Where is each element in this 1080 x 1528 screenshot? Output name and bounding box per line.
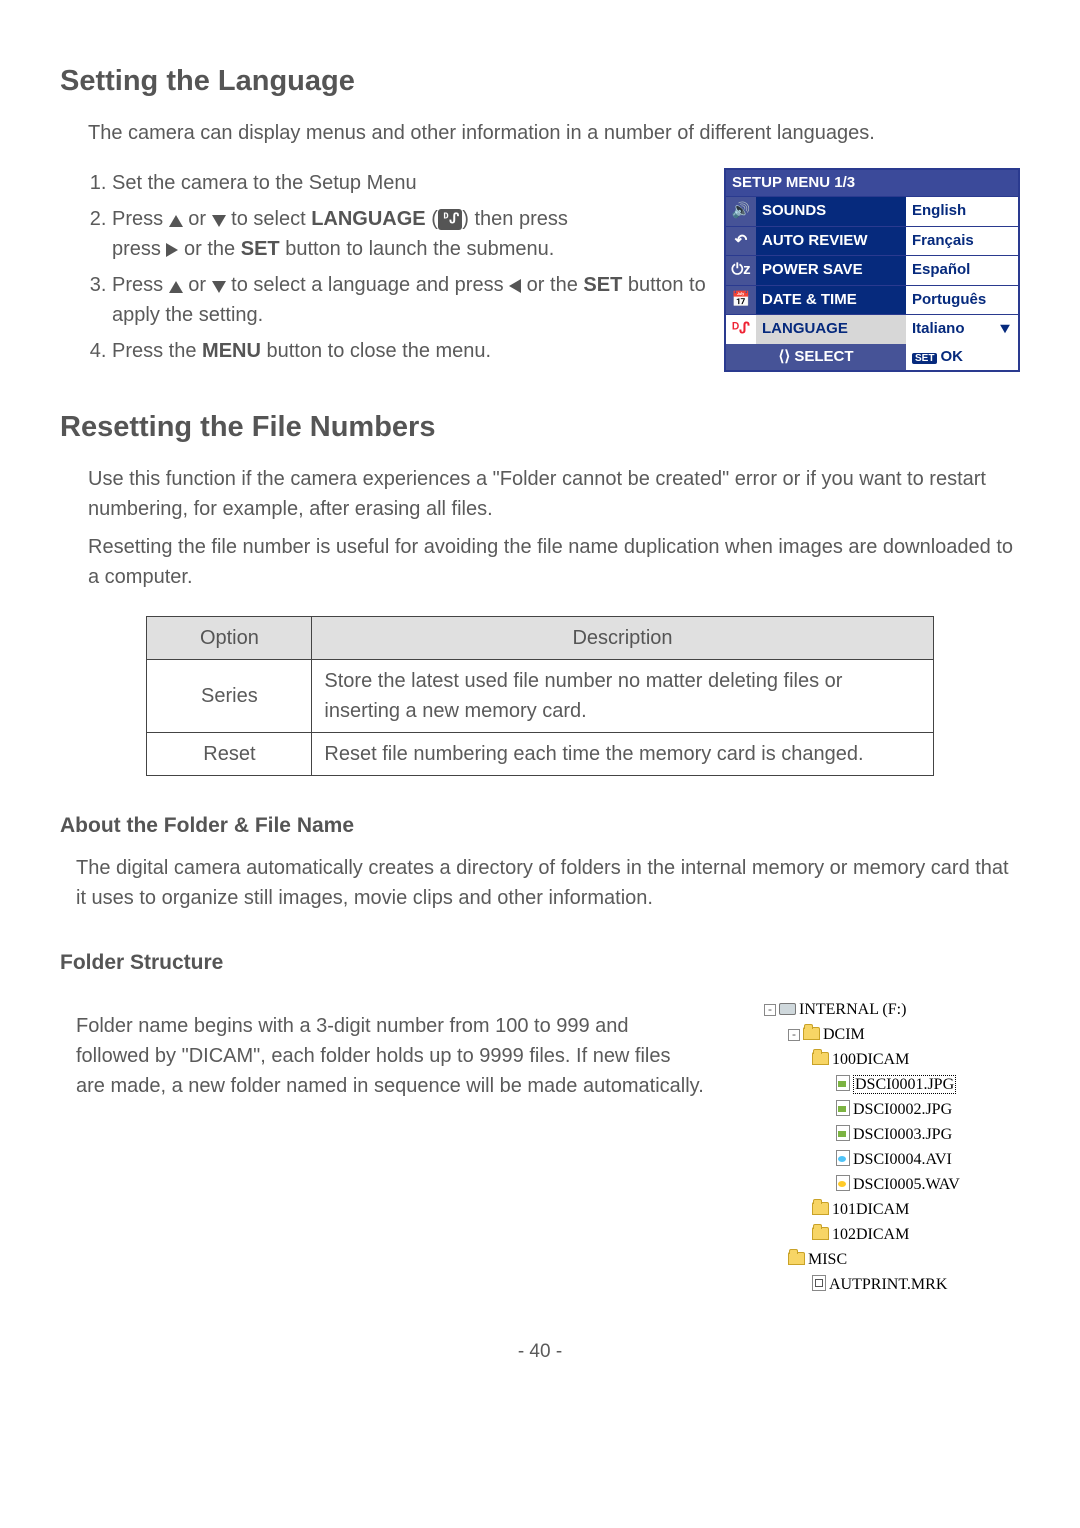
folder-icon (812, 1202, 829, 1215)
avi-file-icon (836, 1150, 850, 1166)
jpg-file-icon (836, 1075, 850, 1091)
right-arrow-icon (166, 243, 178, 257)
reset-p2: Resetting the file number is useful for … (88, 532, 1020, 592)
folder-icon (803, 1027, 820, 1040)
intro-text: The camera can display menus and other i… (88, 118, 1020, 148)
reset-p1: Use this function if the camera experien… (88, 464, 1020, 524)
table-row: Series Store the latest used file number… (147, 659, 933, 732)
folder-icon (812, 1227, 829, 1240)
collapse-icon: - (788, 1029, 800, 1041)
heading-setting-language: Setting the Language (60, 60, 1020, 104)
steps-list: Set the camera to the Setup Menu Press o… (88, 168, 724, 366)
left-arrow-icon (509, 279, 521, 293)
wav-file-icon (836, 1175, 850, 1191)
jpg-file-icon (836, 1100, 850, 1116)
structure-text: Folder name begins with a 3-digit number… (76, 1011, 704, 1101)
select-hint: ⟨⟩ SELECT (726, 344, 906, 371)
page-number: - 40 - (60, 1338, 1020, 1367)
down-arrow-icon (1000, 325, 1010, 333)
heading-folder-file: About the Folder & File Name (60, 810, 1020, 842)
heading-folder-structure: Folder Structure (60, 947, 1020, 979)
up-arrow-icon (169, 281, 183, 293)
date-icon: 📅 (726, 285, 756, 315)
folder-tree: -INTERNAL (F:) -DCIM 100DICAM DSCI0001.J… (740, 997, 1020, 1298)
step-2: Press or to select LANGUAGE (ᴰᔑ) then pr… (112, 204, 724, 264)
collapse-icon: - (764, 1004, 776, 1016)
step-3: Press or to select a language and press … (112, 270, 724, 330)
setup-menu-graphic: SETUP MENU 1/3 🔊SOUNDSEnglish ↶AUTO REVI… (724, 168, 1020, 373)
folder-text: The digital camera automatically creates… (76, 853, 1020, 913)
power-icon: ⏻z (726, 255, 756, 285)
down-arrow-icon (212, 215, 226, 227)
th-description: Description (312, 616, 933, 659)
step-4: Press the MENU button to close the menu. (112, 336, 724, 366)
review-icon: ↶ (726, 226, 756, 256)
up-arrow-icon (169, 215, 183, 227)
sounds-icon: 🔊 (726, 196, 756, 226)
jpg-file-icon (836, 1125, 850, 1141)
drive-icon (779, 1003, 796, 1015)
options-table: Option Description Series Store the late… (146, 616, 933, 776)
th-option: Option (147, 616, 312, 659)
folder-icon (812, 1052, 829, 1065)
language-icon: ᴰᔑ (726, 314, 756, 344)
ok-hint: SETOK (906, 344, 1018, 371)
setup-menu-title: SETUP MENU 1/3 (726, 170, 1018, 197)
folder-icon (788, 1252, 805, 1265)
heading-resetting: Resetting the File Numbers (60, 406, 1020, 450)
language-glyph-icon: ᴰᔑ (438, 209, 462, 230)
table-row: Reset Reset file numbering each time the… (147, 732, 933, 775)
step-1: Set the camera to the Setup Menu (112, 168, 724, 198)
mrk-file-icon (812, 1275, 826, 1291)
down-arrow-icon (212, 281, 226, 293)
